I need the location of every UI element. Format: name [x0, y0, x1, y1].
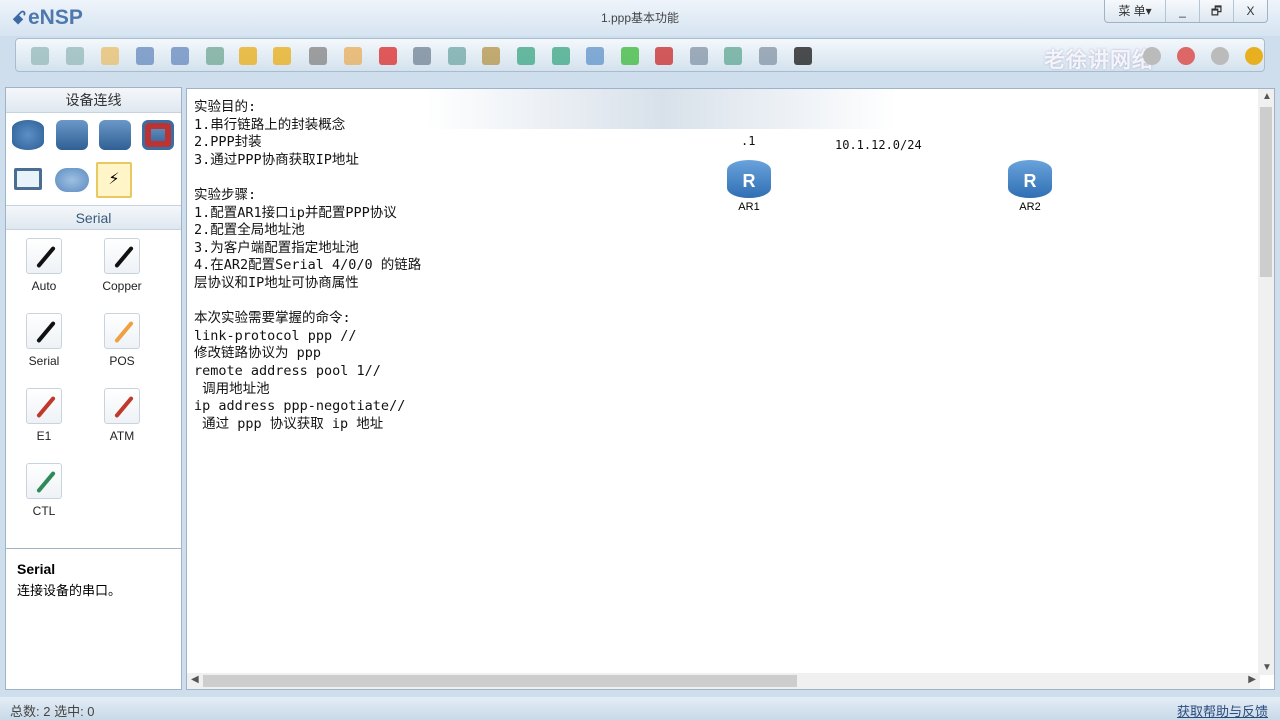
stop-icon[interactable]	[655, 47, 673, 65]
router-name: AR1	[738, 201, 760, 213]
section-title: Serial	[6, 205, 181, 230]
horizontal-scrollbar[interactable]: ◀ ▶	[187, 673, 1260, 689]
new-topology-icon[interactable]	[31, 47, 49, 65]
pan-icon[interactable]	[344, 47, 362, 65]
save-as-icon[interactable]	[171, 47, 189, 65]
description-text: 连接设备的串口。	[17, 583, 122, 598]
copper-cable-icon	[104, 238, 140, 274]
router-ar1[interactable]: R AR1	[726, 160, 772, 213]
save-icon[interactable]	[136, 47, 154, 65]
ip-label-dot1[interactable]: .1	[741, 134, 755, 148]
subnet-label[interactable]: 10.1.12.0/24	[835, 138, 922, 152]
link-type-label: POS	[109, 354, 135, 368]
link-type-ctl[interactable]: CTL	[14, 463, 74, 518]
atm-cable-icon	[104, 388, 140, 424]
topology-canvas[interactable]: 实验目的: 1.串行链路上的封装概念 2.PPP封装 3.通过PPP协商获取IP…	[186, 88, 1275, 690]
connection-category-icon[interactable]: ⚡︎	[96, 162, 132, 198]
title-bar: ꗃeNSP 1.ppp基本功能 菜 单▾ _ 🗗 X	[0, 0, 1280, 36]
new-example-icon[interactable]	[66, 47, 84, 65]
e1-cable-icon	[26, 388, 62, 424]
menu-button[interactable]: 菜 单▾	[1105, 0, 1165, 22]
watermark: 老徐讲网络	[1044, 49, 1154, 72]
selection-count: 总数: 2 选中: 0	[10, 704, 95, 719]
glare	[427, 89, 897, 129]
fit-icon[interactable]	[586, 47, 604, 65]
delete-icon[interactable]	[379, 47, 397, 65]
topology-icon[interactable]	[724, 47, 742, 65]
router-icon: R	[727, 160, 771, 198]
grid-icon[interactable]	[759, 47, 777, 65]
link-type-copper[interactable]: Copper	[92, 238, 152, 293]
router-icon: R	[1008, 160, 1052, 198]
link-type-label: Copper	[102, 279, 142, 293]
switch-category-icon[interactable]	[56, 120, 88, 150]
link-type-serial[interactable]: Serial	[14, 313, 74, 368]
link-type-label: ATM	[109, 429, 135, 443]
pos-cable-icon	[104, 313, 140, 349]
print-icon[interactable]	[206, 47, 224, 65]
wireless-category-icon[interactable]	[99, 120, 131, 150]
link-type-label: Serial	[28, 354, 60, 368]
router-name: AR2	[1019, 201, 1041, 213]
description-title: Serial	[17, 561, 56, 577]
open-icon[interactable]	[101, 47, 119, 65]
window-title: 1.ppp基本功能	[600, 11, 680, 25]
restore-button[interactable]: 🗗	[1199, 0, 1233, 22]
link-type-e1[interactable]: E1	[14, 388, 74, 443]
zoom-in-icon[interactable]	[517, 47, 535, 65]
auto-cable-icon	[26, 238, 62, 274]
left-panel: 设备连线 ⚡︎ Serial Auto Copper Serial POS E1 ATM C…	[5, 87, 182, 690]
cloud-category-icon[interactable]	[55, 168, 89, 192]
zoom-out-icon[interactable]	[552, 47, 570, 65]
description-box: Serial 连接设备的串口。	[6, 548, 181, 690]
lab-notes-text[interactable]: 实验目的: 1.串行链路上的封装概念 2.PPP封装 3.通过PPP协商获取IP…	[194, 99, 421, 433]
help-icon[interactable]	[1245, 47, 1263, 65]
close-button[interactable]: X	[1233, 0, 1267, 22]
capture-icon[interactable]	[690, 47, 708, 65]
window-controls: 菜 单▾ _ 🗗 X	[1104, 0, 1268, 23]
redo-icon[interactable]	[273, 47, 291, 65]
text-icon[interactable]	[448, 47, 466, 65]
link-type-label: E1	[36, 429, 52, 443]
minimize-button[interactable]: _	[1165, 0, 1199, 22]
palette-icon[interactable]	[482, 47, 500, 65]
huawei-icon[interactable]	[1211, 47, 1229, 65]
link-type-pos[interactable]: POS	[92, 313, 152, 368]
link-type-label: Auto	[31, 279, 57, 293]
chat-icon[interactable]	[1143, 47, 1161, 65]
scroll-thumb[interactable]	[203, 675, 797, 687]
help-feedback-link[interactable]: 获取帮助与反馈	[1177, 701, 1268, 720]
terminal-icon[interactable]	[794, 47, 812, 65]
start-icon[interactable]	[621, 47, 639, 65]
link-type-label: CTL	[32, 504, 56, 518]
firewall-category-icon[interactable]	[142, 120, 174, 150]
ctl-cable-icon	[26, 463, 62, 499]
panel-title: 设备连线	[6, 88, 181, 113]
settings-icon[interactable]	[1177, 47, 1195, 65]
link-type-auto[interactable]: Auto	[14, 238, 74, 293]
scroll-thumb[interactable]	[1260, 107, 1272, 277]
select-icon[interactable]	[309, 47, 327, 65]
vertical-scrollbar[interactable]: ▲ ▼	[1258, 89, 1274, 675]
status-bar: 总数: 2 选中: 0 获取帮助与反馈	[0, 697, 1280, 720]
delete-link-icon[interactable]	[413, 47, 431, 65]
toolbar: 老徐讲网络	[15, 38, 1265, 72]
pc-category-icon[interactable]	[14, 168, 42, 190]
router-ar2[interactable]: R AR2	[1007, 160, 1053, 213]
router-category-icon[interactable]	[12, 120, 44, 150]
undo-icon[interactable]	[239, 47, 257, 65]
serial-cable-icon	[26, 313, 62, 349]
link-type-atm[interactable]: ATM	[92, 388, 152, 443]
